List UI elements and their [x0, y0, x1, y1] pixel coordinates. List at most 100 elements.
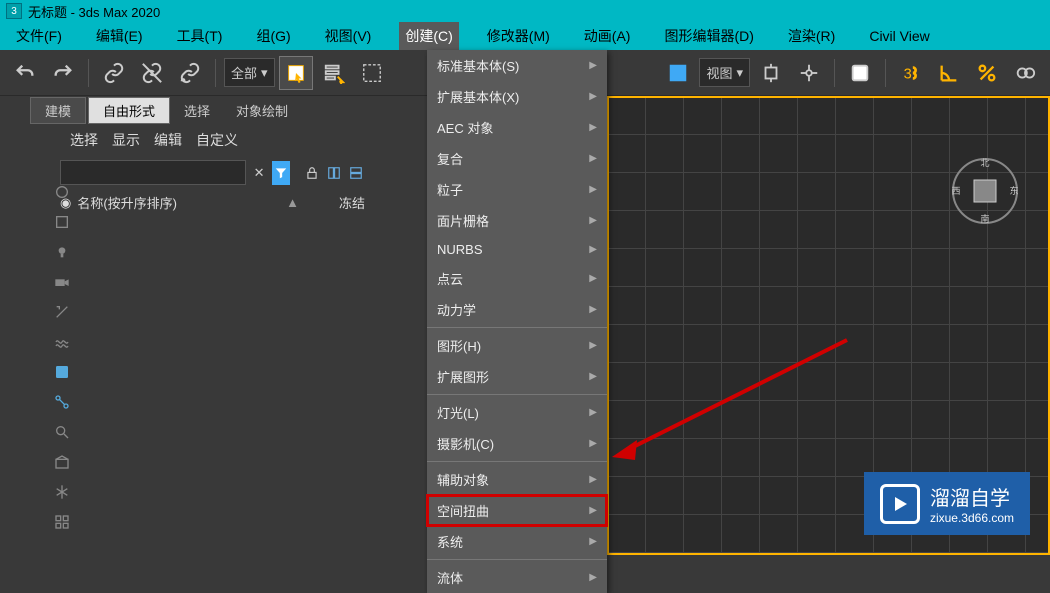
menu-item-compound[interactable]: 复合▶	[427, 143, 607, 174]
link-button[interactable]	[97, 56, 131, 90]
tab-modeling[interactable]: 建模	[30, 97, 86, 124]
submenu-arrow-icon: ▶	[589, 340, 597, 351]
spinner-snap-button[interactable]	[1008, 56, 1042, 90]
select-object-button[interactable]	[279, 56, 313, 90]
svg-text:西: 西	[951, 186, 960, 196]
selection-filter-dropdown[interactable]: 全部▾	[224, 58, 275, 87]
submenu-arrow-icon: ▶	[589, 438, 597, 449]
svg-text:北: 北	[980, 158, 989, 168]
panel-tab-display[interactable]: 显示	[112, 130, 140, 150]
filter-icons-column	[52, 182, 72, 532]
select-by-name-button[interactable]	[317, 56, 351, 90]
menu-item-lights[interactable]: 灯光(L)▶	[427, 397, 607, 428]
submenu-arrow-icon: ▶	[589, 371, 597, 382]
view-cube[interactable]: 北 东 南 西	[950, 156, 1020, 226]
panel-tab-select[interactable]: 选择	[70, 130, 98, 150]
menu-item-helpers[interactable]: 辅助对象▶	[427, 464, 607, 495]
col-name-header[interactable]: 名称(按升序排序)	[77, 193, 286, 212]
menu-item-space-warps[interactable]: 空间扭曲▶	[427, 495, 607, 526]
menu-item-dynamics[interactable]: 动力学▶	[427, 294, 607, 325]
submenu-arrow-icon: ▶	[589, 536, 597, 547]
app-icon: 3	[6, 3, 22, 19]
watermark-logo-icon	[880, 484, 920, 524]
watermark: 溜溜自学 zixue.3d66.com	[864, 472, 1030, 535]
snap-toggle-button[interactable]	[661, 56, 695, 90]
view-mode-2-button[interactable]	[347, 161, 365, 185]
menu-item-systems[interactable]: 系统▶	[427, 526, 607, 557]
search-input[interactable]	[60, 160, 246, 185]
menu-item-aec-objects[interactable]: AEC 对象▶	[427, 112, 607, 143]
filter-spacewarps-icon[interactable]	[52, 332, 72, 352]
redo-button[interactable]	[46, 56, 80, 90]
lock-button[interactable]	[303, 161, 321, 185]
submenu-arrow-icon: ▶	[589, 215, 597, 226]
watermark-url: zixue.3d66.com	[930, 511, 1014, 525]
filter-lights-icon[interactable]	[52, 242, 72, 262]
panel-tab-edit[interactable]: 编辑	[154, 130, 182, 150]
menu-edit[interactable]: 编辑(E)	[90, 22, 149, 50]
tab-selection[interactable]: 选择	[172, 101, 222, 120]
ref-coord-dropdown[interactable]: 视图▾	[699, 58, 750, 87]
separator	[885, 59, 886, 87]
menu-rendering[interactable]: 渲染(R)	[782, 22, 841, 50]
menu-item-cameras[interactable]: 摄影机(C)▶	[427, 428, 607, 459]
tab-freeform[interactable]: 自由形式	[88, 97, 170, 124]
undo-button[interactable]	[8, 56, 42, 90]
filter-helpers-icon[interactable]	[52, 302, 72, 322]
filter-all-icon[interactable]	[52, 512, 72, 532]
snap-3d-button[interactable]: 3	[894, 56, 928, 90]
menu-item-fluids[interactable]: 流体▶	[427, 562, 607, 593]
use-pivot-center-button[interactable]	[754, 56, 788, 90]
filter-container-icon[interactable]	[52, 452, 72, 472]
filter-xref-icon[interactable]	[52, 422, 72, 442]
menu-modifiers[interactable]: 修改器(M)	[481, 22, 556, 50]
tab-object-paint[interactable]: 对象绘制	[224, 101, 300, 120]
bind-spacewarp-button[interactable]	[173, 56, 207, 90]
menu-civil-view[interactable]: Civil View	[863, 24, 935, 48]
menu-item-particles[interactable]: 粒子▶	[427, 174, 607, 205]
filter-bone-icon[interactable]	[52, 392, 72, 412]
panel-tabs: 选择 显示 编辑 自定义	[0, 124, 425, 156]
unlink-button[interactable]	[135, 56, 169, 90]
panel-tab-customize[interactable]: 自定义	[196, 130, 238, 150]
close-icon: ✕	[254, 165, 265, 181]
select-region-button[interactable]	[355, 56, 389, 90]
percent-snap-button[interactable]	[970, 56, 1004, 90]
filter-groups-icon[interactable]	[52, 362, 72, 382]
submenu-arrow-icon: ▶	[589, 60, 597, 71]
view-mode-1-button[interactable]	[325, 161, 343, 185]
submenu-arrow-icon: ▶	[589, 505, 597, 516]
submenu-arrow-icon: ▶	[589, 184, 597, 195]
menu-tools[interactable]: 工具(T)	[171, 22, 229, 50]
filter-shapes-icon[interactable]	[52, 212, 72, 232]
clear-search-button[interactable]: ✕	[250, 161, 268, 185]
filter-geometry-icon[interactable]	[52, 182, 72, 202]
menu-create[interactable]: 创建(C)	[399, 22, 458, 50]
menu-view[interactable]: 视图(V)	[319, 22, 378, 50]
keyboard-shortcut-override-button[interactable]	[843, 56, 877, 90]
menu-item-extended-primitives[interactable]: 扩展基本体(X)▶	[427, 81, 607, 112]
menu-group[interactable]: 组(G)	[250, 22, 296, 50]
filter-cameras-icon[interactable]	[52, 272, 72, 292]
menu-item-extended-shapes[interactable]: 扩展图形▶	[427, 361, 607, 392]
menu-item-nurbs[interactable]: NURBS▶	[427, 236, 607, 263]
menu-file[interactable]: 文件(F)	[10, 22, 68, 50]
create-dropdown-menu: 标准基本体(S)▶ 扩展基本体(X)▶ AEC 对象▶ 复合▶ 粒子▶ 面片栅格…	[427, 50, 607, 593]
menu-item-shapes[interactable]: 图形(H)▶	[427, 330, 607, 361]
filter-button[interactable]	[272, 161, 290, 185]
filter-frozen-icon[interactable]	[52, 482, 72, 502]
menu-item-standard-primitives[interactable]: 标准基本体(S)▶	[427, 50, 607, 81]
angle-snap-button[interactable]	[932, 56, 966, 90]
menu-bar: 文件(F) 编辑(E) 工具(T) 组(G) 视图(V) 创建(C) 修改器(M…	[0, 22, 1050, 50]
col-frozen-header[interactable]: 冻结	[339, 193, 365, 212]
menu-graph-editors[interactable]: 图形编辑器(D)	[658, 22, 759, 50]
menu-separator	[427, 559, 607, 560]
menu-item-point-cloud[interactable]: 点云▶	[427, 263, 607, 294]
menu-item-patch-grids[interactable]: 面片栅格▶	[427, 205, 607, 236]
menu-animation[interactable]: 动画(A)	[578, 22, 637, 50]
sort-indicator-icon: ▲	[286, 195, 299, 210]
submenu-arrow-icon: ▶	[589, 122, 597, 133]
manipulate-button[interactable]	[792, 56, 826, 90]
separator	[88, 59, 89, 87]
svg-text:南: 南	[980, 213, 989, 224]
